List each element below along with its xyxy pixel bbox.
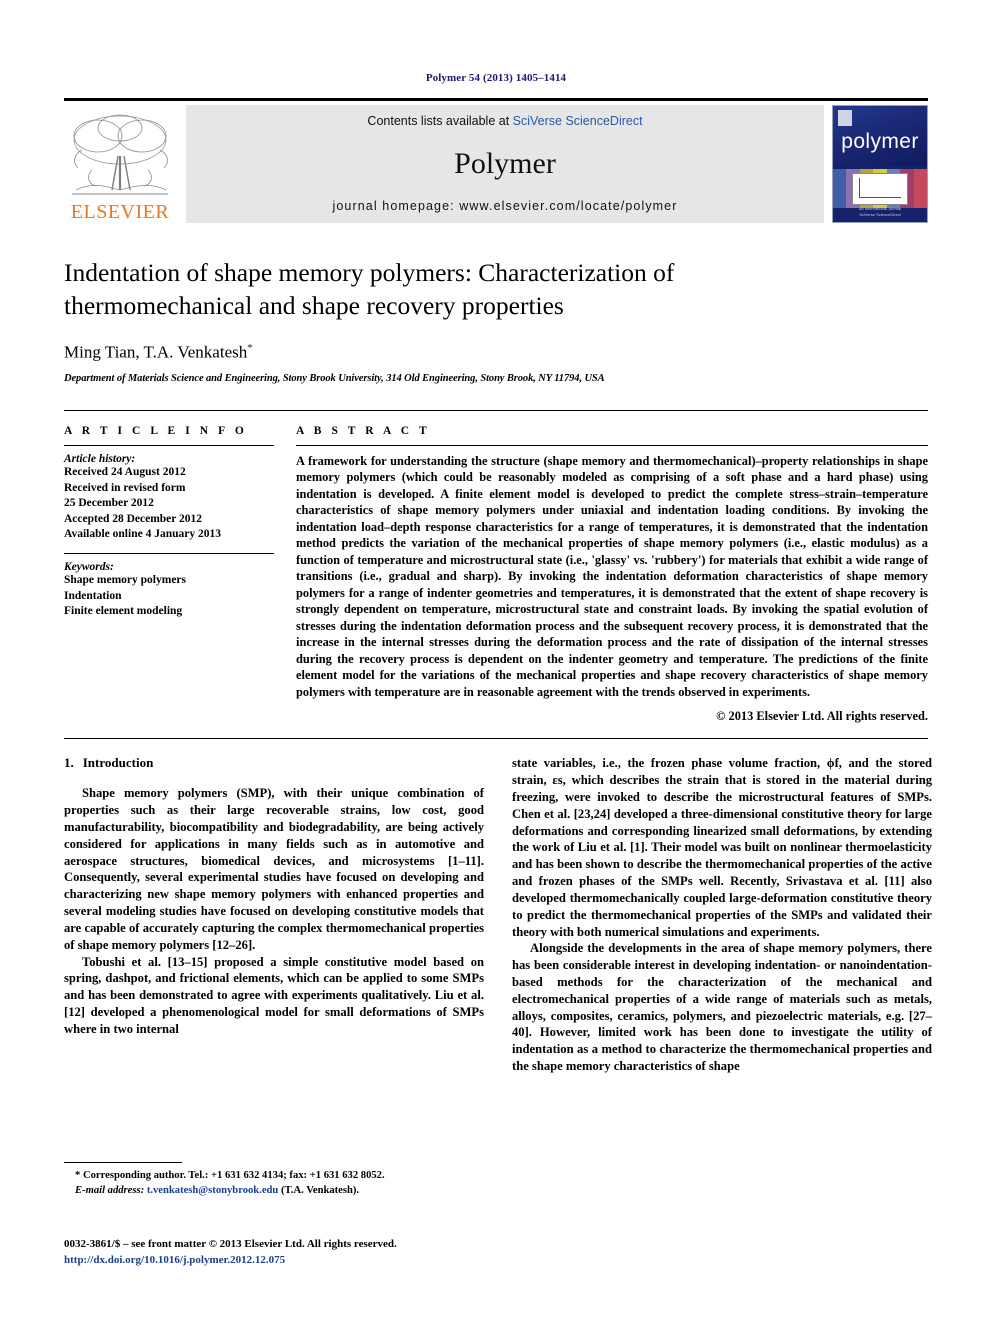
keyword-item: Finite element modeling bbox=[64, 605, 183, 618]
abstract-column: A B S T R A C T A framework for understa… bbox=[296, 425, 928, 725]
paragraph: state variables, i.e., the frozen phase … bbox=[512, 756, 932, 939]
paper-page: Polymer 54 (2013) 1405–1414 ELSEVIER Con… bbox=[0, 0, 992, 1323]
body-left-column: 1. Introduction Shape memory polymers (SM… bbox=[64, 755, 484, 1074]
elsevier-wordmark: ELSEVIER bbox=[70, 201, 170, 223]
journal-cover-thumbnail: polymer An International Journal SciVerse… bbox=[832, 105, 928, 223]
keywords-label: Keywords: bbox=[64, 561, 114, 574]
article-info-heading: A R T I C L E I N F O bbox=[64, 424, 248, 437]
journal-masthead: ELSEVIER Contents lists available at Sci… bbox=[64, 98, 928, 223]
paragraph: Alongside the developments in the area o… bbox=[512, 941, 932, 1074]
section-heading: 1. Introduction bbox=[64, 755, 484, 771]
page-footer: 0032-3861/$ – see front matter © 2013 El… bbox=[64, 1237, 544, 1269]
corresponding-author-marker: * bbox=[247, 342, 253, 355]
cover-elsevier-mark-icon bbox=[838, 110, 852, 126]
paragraph: Shape memory polymers (SMP), with their … bbox=[64, 786, 484, 952]
footnote-corresponding-text: Corresponding author. Tel.: +1 631 632 4… bbox=[82, 1170, 385, 1181]
divider bbox=[296, 444, 928, 446]
history-item: 25 December 2012 bbox=[64, 497, 154, 510]
masthead-center-band: Contents lists available at SciVerse Sci… bbox=[186, 105, 824, 223]
running-head: Polymer 54 (2013) 1405–1414 bbox=[425, 72, 567, 84]
footnote-marker: * bbox=[75, 1170, 81, 1181]
article-history-label: Article history: bbox=[64, 452, 136, 465]
cover-inset-plot bbox=[851, 173, 909, 206]
email-owner: (T.A. Venkatesh). bbox=[280, 1185, 360, 1197]
page-title: Indentation of shape memory polymers: Ch… bbox=[64, 258, 675, 320]
contents-prefix: Contents lists available at bbox=[367, 114, 513, 128]
section-title: Introduction bbox=[82, 755, 154, 771]
affiliation: Department of Materials Science and Engi… bbox=[64, 372, 605, 384]
abstract-heading: A B S T R A C T bbox=[296, 424, 431, 437]
issn-copyright-line: 0032-3861/$ – see front matter © 2013 El… bbox=[64, 1238, 397, 1250]
footnote-email-line: E-mail address: t.venkatesh@stonybrook.e… bbox=[64, 1183, 484, 1198]
divider bbox=[64, 553, 274, 555]
journal-homepage-link[interactable]: journal homepage: www.elsevier.com/locat… bbox=[332, 199, 677, 213]
elsevier-tree-icon bbox=[68, 110, 172, 202]
keyword-item: Indentation bbox=[64, 589, 122, 602]
divider bbox=[64, 444, 274, 446]
abstract-text: A framework for understanding the struct… bbox=[296, 453, 928, 699]
abstract-copyright: © 2013 Elsevier Ltd. All rights reserved… bbox=[716, 709, 928, 724]
history-item: Accepted 28 December 2012 bbox=[64, 512, 203, 525]
email-address-label: E-mail address: bbox=[75, 1185, 145, 1197]
body-right-column: state variables, i.e., the frozen phase … bbox=[512, 755, 932, 1074]
body-columns: 1. Introduction Shape memory polymers (SM… bbox=[64, 755, 932, 1074]
author-names: Ming Tian, T.A. Venkatesh bbox=[64, 342, 248, 362]
keyword-item: Shape memory polymers bbox=[64, 574, 187, 587]
journal-title: Polymer bbox=[454, 146, 556, 180]
cover-footer-text: An International Journal SciVerse Science… bbox=[858, 206, 902, 217]
history-item: Available online 4 January 2013 bbox=[64, 528, 221, 541]
history-item: Received in revised form bbox=[64, 481, 186, 494]
author-list: Ming Tian, T.A. Venkatesh* bbox=[64, 342, 928, 363]
sciencedirect-link[interactable]: SciVerse ScienceDirect bbox=[513, 114, 643, 128]
divider bbox=[64, 738, 928, 740]
section-number: 1. bbox=[64, 755, 74, 771]
divider bbox=[64, 1162, 182, 1163]
info-abstract-row: A R T I C L E I N F O Article history: R… bbox=[64, 409, 928, 725]
cover-wordmark: polymer bbox=[841, 130, 919, 153]
footnote-corresponding-line: * Corresponding author. Tel.: +1 631 632… bbox=[64, 1168, 484, 1183]
doi-link[interactable]: http://dx.doi.org/10.1016/j.polymer.2012… bbox=[64, 1253, 544, 1269]
corresponding-author-footnote: * Corresponding author. Tel.: +1 631 632… bbox=[64, 1162, 484, 1198]
email-link[interactable]: t.venkatesh@stonybrook.edu bbox=[147, 1185, 279, 1196]
contents-available-line: Contents lists available at SciVerse Sci… bbox=[367, 114, 642, 128]
paragraph: Tobushi et al. [13–15] proposed a simple… bbox=[64, 954, 484, 1036]
history-item: Received 24 August 2012 bbox=[64, 465, 186, 478]
article-info-column: A R T I C L E I N F O Article history: R… bbox=[64, 425, 274, 725]
elsevier-logo: ELSEVIER bbox=[64, 105, 176, 223]
title-block: Indentation of shape memory polymers: Ch… bbox=[64, 223, 928, 384]
